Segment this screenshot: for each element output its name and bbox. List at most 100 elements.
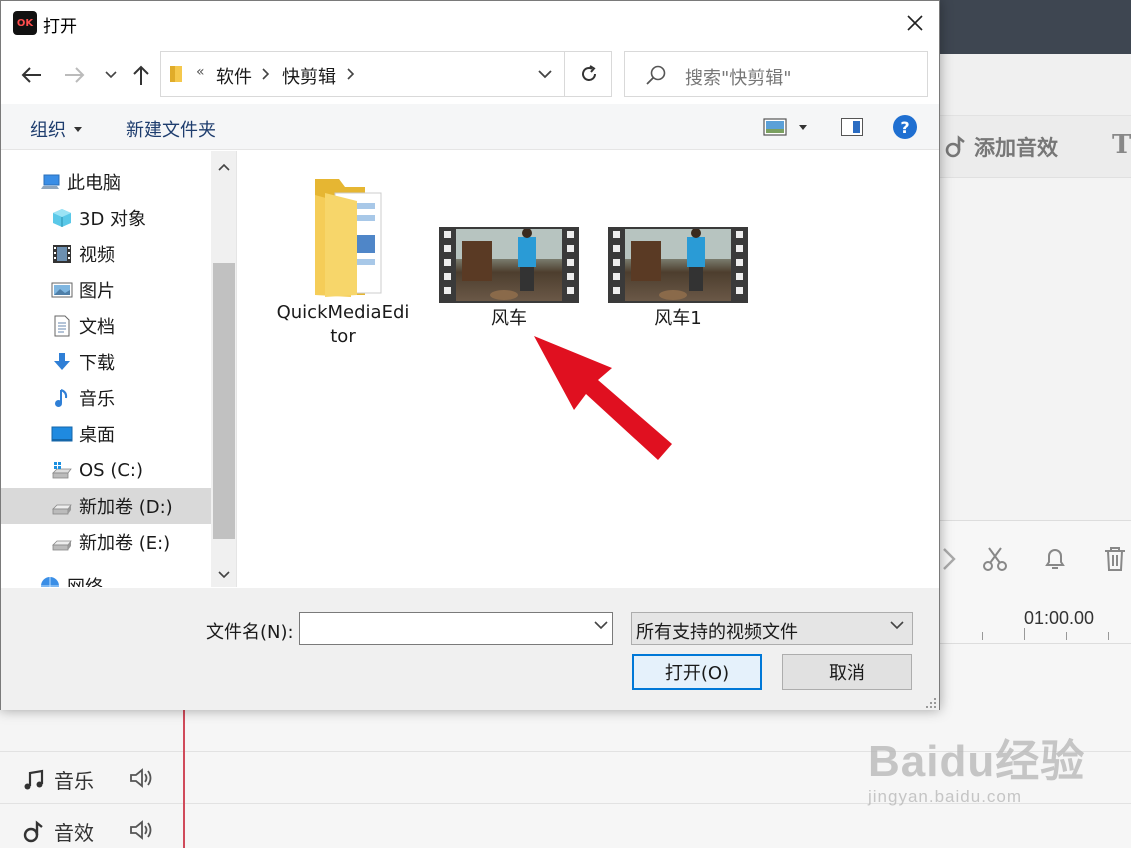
computer-icon — [41, 174, 60, 189]
resize-grip-icon[interactable] — [925, 697, 937, 709]
chevron-down-icon — [538, 69, 552, 78]
volume-icon[interactable] — [128, 767, 154, 789]
file-label: 风车1 — [654, 308, 702, 329]
close-button[interactable] — [895, 5, 935, 41]
navigation-pane[interactable]: 此电脑 3D 对象 视频 图片 文档 下载 音乐 桌面 OS (C:) 新加卷 … — [1, 151, 237, 587]
text-tool-icon[interactable]: T — [1112, 130, 1131, 160]
scroll-up-button[interactable] — [211, 153, 236, 181]
chevron-up-icon — [218, 163, 230, 171]
music-note-icon — [24, 769, 44, 789]
video-thumbnail-icon — [439, 227, 579, 303]
time-marker: 01:00.00 — [1024, 608, 1095, 628]
music-icon — [55, 389, 68, 407]
app-logo-icon: OK — [13, 11, 37, 35]
nav-item-music[interactable]: 音乐 — [1, 380, 211, 416]
volume-icon[interactable] — [128, 819, 154, 841]
scroll-down-button[interactable] — [211, 561, 236, 587]
up-button[interactable] — [127, 61, 155, 89]
organize-label: 组织 — [30, 120, 66, 141]
nav-item-videos[interactable]: 视频 — [1, 236, 211, 272]
sound-effect-track-label: 音效 — [22, 817, 94, 846]
pictures-icon — [51, 282, 73, 298]
forward-button[interactable] — [61, 61, 89, 89]
view-options-dropdown-icon[interactable] — [799, 125, 807, 130]
os-drive-icon — [52, 462, 72, 479]
filename-input[interactable] — [299, 612, 613, 645]
search-box[interactable]: 搜索"快剪辑" — [624, 51, 928, 97]
chevron-right-icon[interactable] — [262, 68, 270, 80]
new-folder-button[interactable]: 新建文件夹 — [126, 116, 216, 142]
organize-button[interactable]: 组织 — [30, 116, 82, 142]
preview-area — [938, 178, 1131, 520]
drive-icon — [52, 504, 72, 515]
chevron-down-icon — [218, 571, 230, 579]
sound-effect-track[interactable] — [0, 803, 1131, 848]
nav-item-drive-d[interactable]: 新加卷 (D:) — [1, 488, 211, 524]
refresh-icon — [581, 65, 596, 81]
file-item-folder[interactable]: QuickMediaEdi tor — [268, 175, 418, 349]
back-button[interactable] — [17, 61, 45, 89]
address-overflow[interactable]: « — [196, 64, 205, 80]
chevron-right-icon[interactable] — [347, 68, 355, 80]
nav-item-downloads[interactable]: 下载 — [1, 344, 211, 380]
recent-locations-button[interactable] — [97, 61, 125, 89]
sound-effect-icon — [23, 820, 43, 842]
file-type-filter[interactable]: 所有支持的视频文件 — [631, 612, 913, 645]
nav-item-pictures[interactable]: 图片 — [1, 272, 211, 308]
music-track-label: 音乐 — [22, 765, 94, 794]
chevron-down-icon[interactable] — [594, 621, 608, 630]
nav-item-network[interactable]: 网络 — [1, 568, 211, 587]
address-bar[interactable]: « 软件 快剪辑 — [160, 51, 612, 97]
search-icon — [646, 65, 666, 85]
open-button[interactable]: 打开(O) — [632, 654, 762, 690]
folder-icon — [315, 179, 382, 297]
nav-item-documents[interactable]: 文档 — [1, 308, 211, 344]
address-dropdown-button[interactable] — [525, 52, 565, 96]
red-pointer-arrow — [534, 336, 672, 460]
file-item-video-fengche[interactable]: 风车 — [438, 226, 580, 331]
ruler-tick — [1066, 632, 1067, 640]
cancel-button[interactable]: 取消 — [782, 654, 912, 690]
nav-item-this-pc[interactable]: 此电脑 — [1, 164, 211, 200]
nav-item-3d-objects[interactable]: 3D 对象 — [1, 200, 211, 236]
add-sound-button[interactable]: 添加音效 — [944, 132, 1058, 162]
file-label: 风车 — [491, 308, 527, 329]
scroll-thumb[interactable] — [213, 263, 235, 539]
refresh-button[interactable] — [564, 52, 612, 96]
breadcrumb-software[interactable]: 软件 — [216, 63, 252, 89]
change-view-icon[interactable] — [763, 118, 787, 136]
dropdown-triangle-icon — [74, 126, 82, 132]
nav-scrollbar[interactable] — [211, 151, 236, 587]
nav-item-os-c[interactable]: OS (C:) — [1, 452, 211, 488]
video-thumbnail-icon — [608, 227, 748, 303]
nav-item-desktop[interactable]: 桌面 — [1, 416, 211, 452]
search-placeholder: 搜索"快剪辑" — [685, 68, 792, 89]
help-icon[interactable]: ? — [893, 115, 917, 139]
filename-label: 文件名(N): — [206, 622, 294, 643]
ruler-tick — [1108, 632, 1109, 640]
scissors-icon[interactable] — [981, 545, 1009, 573]
close-icon — [907, 15, 923, 31]
downloads-icon — [54, 353, 70, 370]
trash-icon[interactable] — [1101, 545, 1129, 573]
open-file-dialog: OK 打开 « 软件 快剪辑 搜索"快剪辑" 组织 新建文件夹 ? 此电脑 3D… — [0, 0, 940, 710]
folder-icon — [170, 66, 182, 82]
arrow-right-icon — [65, 67, 85, 83]
desktop-icon — [51, 426, 73, 442]
breadcrumb-kuaijianji[interactable]: 快剪辑 — [282, 63, 336, 89]
ruler-tick — [982, 632, 983, 640]
dialog-footer — [1, 588, 939, 710]
dialog-title: 打开 — [43, 17, 77, 37]
dialog-titlebar[interactable]: OK 打开 — [1, 1, 939, 45]
documents-icon — [54, 315, 70, 337]
file-item-video-fengche1[interactable]: 风车1 — [607, 226, 749, 331]
drive-icon — [52, 540, 72, 551]
bell-icon[interactable] — [1041, 545, 1069, 573]
chevron-down-icon — [890, 621, 904, 630]
3d-objects-icon — [53, 209, 71, 227]
preview-pane-icon[interactable] — [841, 118, 863, 136]
arrow-left-icon — [21, 67, 41, 83]
file-label: QuickMediaEdi tor — [276, 302, 410, 347]
nav-item-drive-e[interactable]: 新加卷 (E:) — [1, 524, 211, 560]
arrow-up-icon — [133, 65, 149, 85]
